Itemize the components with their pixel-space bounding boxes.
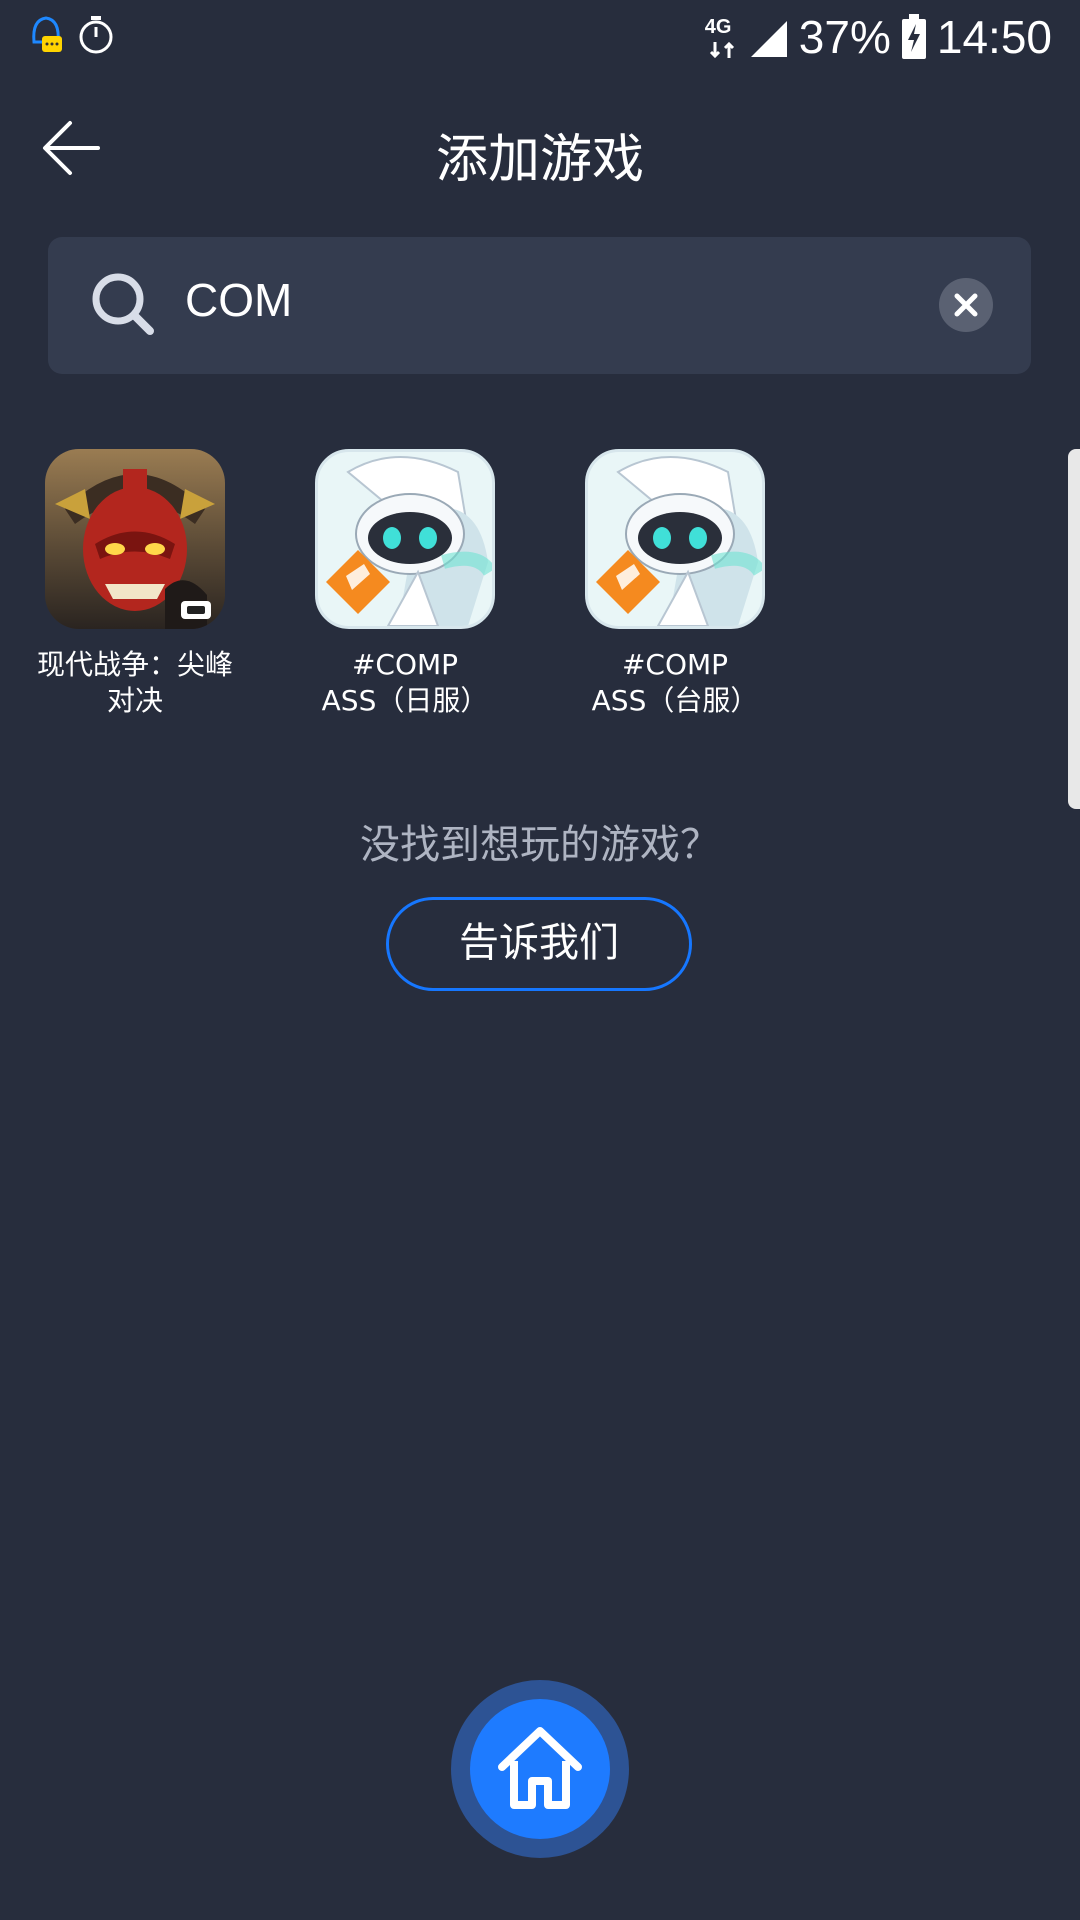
game-name-line1: #COMP [351,648,459,681]
signal-icon [750,21,787,57]
network-4g-icon: 4G [705,12,739,62]
game-item-compass-jp[interactable]: #COMP ASS（日服） [270,449,540,719]
qq-notification-icon [32,16,62,52]
timer-icon [79,16,113,54]
game-item-modern-combat[interactable]: 现代战争：尖峰 对决 [0,449,270,719]
samurai-game-icon [45,449,225,629]
game-name-line2: ASS（日服） [321,684,489,717]
battery-charging-icon [901,14,926,59]
scrollbar[interactable] [1068,449,1080,809]
game-name: 现代战争：尖峰 对决 [0,647,270,719]
compass-game-icon [585,449,765,629]
game-results: 现代战争：尖峰 对决 #COMP ASS（日服） #COMP ASS（台服） [0,449,1080,749]
network-type-label: 4G [704,16,732,38]
game-item-compass-tw[interactable]: #COMP ASS（台服） [540,449,810,719]
header: 添加游戏 [0,95,1080,205]
compass-game-icon [315,449,495,629]
search-value[interactable]: COM [185,273,292,327]
clock: 14:50 [936,11,1052,63]
clear-icon [954,293,978,317]
home-icon [498,1727,582,1809]
battery-percent: 37% [798,11,891,63]
game-name-line1: #COMP [621,648,729,681]
not-found-text: 没找到想玩的游戏？ [360,822,720,868]
clear-button[interactable] [939,278,993,332]
home-button-inner [470,1699,610,1839]
game-name: #COMP ASS（日服） [270,647,540,719]
game-name-line1: 现代战争：尖峰 [36,648,233,681]
status-bar: 4G 37% 14:50 [0,0,1080,76]
tell-us-button[interactable]: 告诉我们 [386,897,692,991]
home-button[interactable] [451,1680,629,1858]
game-name-line2: ASS（台服） [591,684,759,717]
game-name-line2: 对决 [106,684,163,717]
page-title: 添加游戏 [435,130,644,190]
search-input[interactable]: COM [48,237,1031,374]
game-name: #COMP ASS（台服） [540,647,810,719]
search-icon [92,273,154,335]
